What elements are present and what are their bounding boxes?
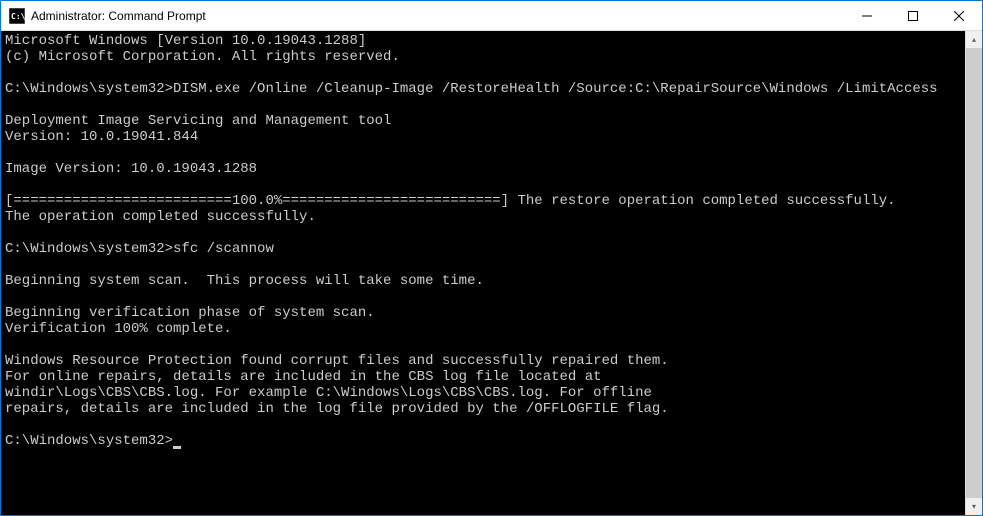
window-controls bbox=[844, 1, 982, 30]
titlebar[interactable]: C:\ Administrator: Command Prompt bbox=[1, 1, 982, 31]
content-area: Microsoft Windows [Version 10.0.19043.12… bbox=[1, 31, 982, 515]
vertical-scrollbar[interactable]: ▴ ▾ bbox=[965, 31, 982, 515]
dism-success: The operation completed successfully. bbox=[5, 209, 316, 225]
dism-version: Version: 10.0.19041.844 bbox=[5, 129, 198, 145]
cmd-icon: C:\ bbox=[9, 8, 25, 24]
sfc-command: sfc /scannow bbox=[173, 241, 274, 257]
scroll-up-arrow-icon[interactable]: ▴ bbox=[966, 31, 982, 48]
sfc-result-3: windir\Logs\CBS\CBS.log. For example C:\… bbox=[5, 385, 652, 401]
prompt-path: C:\Windows\system32> bbox=[5, 241, 173, 257]
scroll-down-arrow-icon[interactable]: ▾ bbox=[966, 498, 982, 515]
sfc-result-1: Windows Resource Protection found corrup… bbox=[5, 353, 669, 369]
close-button[interactable] bbox=[936, 1, 982, 30]
image-version: Image Version: 10.0.19043.1288 bbox=[5, 161, 257, 177]
sfc-result-2: For online repairs, details are included… bbox=[5, 369, 602, 385]
maximize-button[interactable] bbox=[890, 1, 936, 30]
svg-text:C:\: C:\ bbox=[11, 12, 25, 21]
prompt-path: C:\Windows\system32> bbox=[5, 433, 173, 449]
command-prompt-window: C:\ Administrator: Command Prompt Micros… bbox=[0, 0, 983, 516]
dism-command: DISM.exe /Online /Cleanup-Image /Restore… bbox=[173, 81, 938, 97]
window-title: Administrator: Command Prompt bbox=[31, 9, 844, 23]
progress-bar-line: [==========================100.0%=======… bbox=[5, 193, 896, 209]
prompt-path: C:\Windows\system32> bbox=[5, 81, 173, 97]
minimize-button[interactable] bbox=[844, 1, 890, 30]
sfc-begin-scan: Beginning system scan. This process will… bbox=[5, 273, 484, 289]
sfc-verification-complete: Verification 100% complete. bbox=[5, 321, 232, 337]
cursor bbox=[173, 446, 181, 449]
dism-tool-name: Deployment Image Servicing and Managemen… bbox=[5, 113, 391, 129]
scrollbar-thumb[interactable] bbox=[966, 48, 982, 498]
copyright-line: (c) Microsoft Corporation. All rights re… bbox=[5, 49, 400, 65]
scrollbar-track[interactable] bbox=[966, 48, 982, 498]
sfc-result-4: repairs, details are included in the log… bbox=[5, 401, 669, 417]
os-version-line: Microsoft Windows [Version 10.0.19043.12… bbox=[5, 33, 366, 49]
terminal-output[interactable]: Microsoft Windows [Version 10.0.19043.12… bbox=[1, 31, 965, 515]
sfc-begin-verification: Beginning verification phase of system s… bbox=[5, 305, 375, 321]
